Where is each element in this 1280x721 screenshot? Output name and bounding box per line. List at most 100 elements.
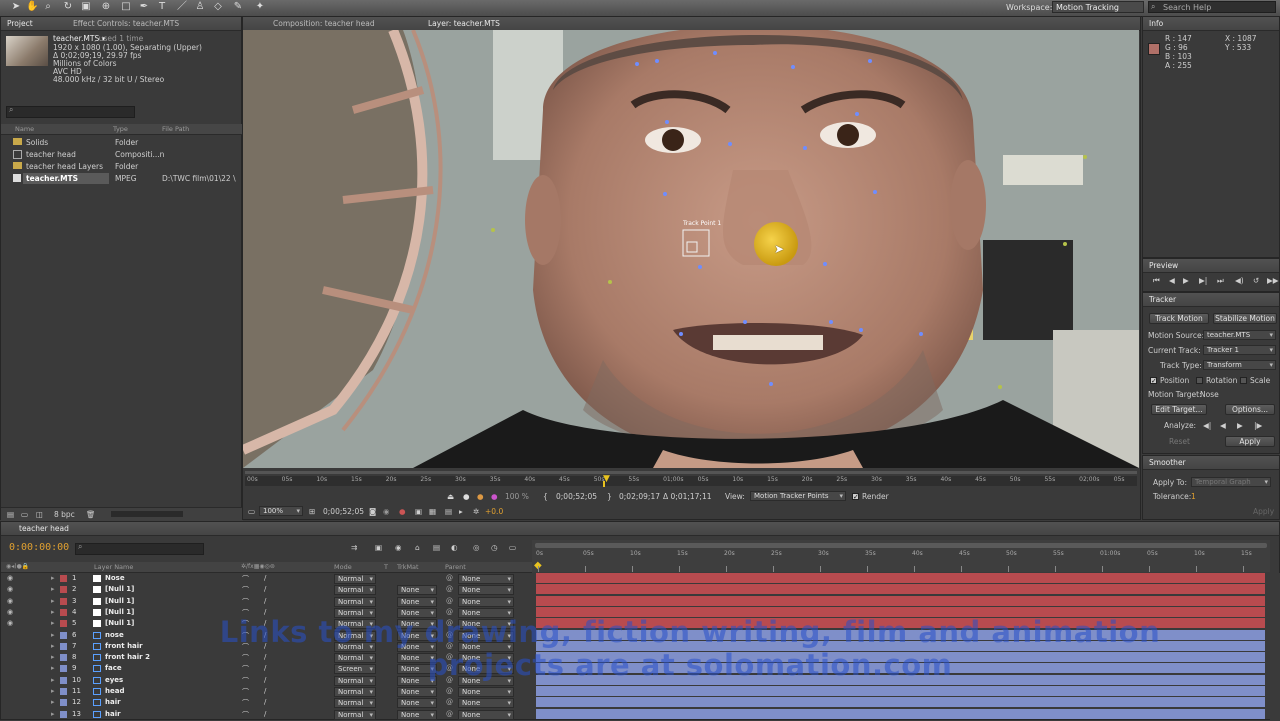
- view-select[interactable]: Motion Tracker Points: [750, 491, 846, 501]
- expand-arrow-icon[interactable]: ▸: [51, 698, 55, 706]
- timeline-layer-row[interactable]: ▸ 11 head ⌒ / Normal None @ None: [1, 686, 1280, 697]
- mode-select[interactable]: Normal: [334, 709, 376, 720]
- graph-editor-icon[interactable]: ▭: [509, 543, 516, 552]
- layer-duration-bar[interactable]: [536, 686, 1265, 696]
- view-options-icon[interactable]: ▤: [445, 507, 452, 516]
- delete-icon[interactable]: 🗑: [86, 510, 96, 519]
- auto-keyframe-icon[interactable]: ◷: [491, 543, 498, 552]
- expand-arrow-icon[interactable]: ▸: [51, 710, 55, 718]
- label-color-swatch[interactable]: [60, 642, 67, 650]
- rotate-tool-icon[interactable]: ↻: [62, 1, 74, 13]
- shy-switch-icon[interactable]: ⌒: [242, 585, 249, 595]
- column-file-path[interactable]: File Path: [162, 125, 189, 133]
- in-point-button[interactable]: {: [543, 492, 548, 501]
- pick-whip-icon[interactable]: @: [446, 710, 453, 718]
- reset-exposure-icon[interactable]: ▸: [459, 507, 463, 516]
- ram-preview-icon[interactable]: ●: [477, 492, 484, 501]
- trkmat-select[interactable]: None: [397, 585, 437, 596]
- expand-arrow-icon[interactable]: ▸: [51, 619, 55, 627]
- new-composition-icon[interactable]: ◫: [36, 510, 43, 519]
- tab-project[interactable]: Project: [7, 19, 33, 28]
- label-color-swatch[interactable]: [60, 608, 67, 616]
- layer-name[interactable]: [Null 1]: [105, 608, 134, 616]
- color-channel-icon[interactable]: ●: [491, 492, 498, 501]
- label-color-swatch[interactable]: [60, 699, 67, 707]
- label-color-swatch[interactable]: [60, 665, 67, 673]
- expand-arrow-icon[interactable]: ▸: [51, 687, 55, 695]
- trkmat-select[interactable]: None: [397, 596, 437, 607]
- clone-stamp-tool-icon[interactable]: ♙: [194, 1, 206, 13]
- expand-arrow-icon[interactable]: ▸: [51, 574, 55, 582]
- layer-name[interactable]: Nose: [105, 574, 125, 582]
- tab-tracker[interactable]: Tracker: [1149, 295, 1176, 304]
- label-color-swatch[interactable]: [60, 688, 67, 695]
- layer-duration-bar[interactable]: [536, 595, 1265, 606]
- mode-select[interactable]: Normal: [334, 687, 376, 697]
- position-checkbox[interactable]: ✓: [1150, 377, 1157, 385]
- tab-preview[interactable]: Preview: [1149, 261, 1178, 270]
- timeline-layer-row[interactable]: ▸ 12 hair ⌒ / Normal None @ None: [1, 697, 1280, 709]
- layer-name[interactable]: hair: [105, 710, 121, 718]
- label-color-swatch[interactable]: [60, 575, 67, 582]
- trkmat-select[interactable]: None: [397, 698, 437, 709]
- transparency-grid-icon[interactable]: ▦: [429, 507, 436, 516]
- timeline-timecode[interactable]: 0:00:00:00: [9, 542, 69, 553]
- column-type[interactable]: Type: [113, 125, 128, 133]
- expand-arrow-icon[interactable]: ▸: [51, 653, 55, 661]
- show-channel-icon[interactable]: ●: [399, 507, 406, 516]
- magnification-select[interactable]: 100%: [259, 506, 303, 516]
- parent-select[interactable]: None: [458, 709, 514, 720]
- list-item[interactable]: teacher head Compositi...n: [1, 149, 243, 160]
- timeline-search-input[interactable]: [75, 543, 204, 555]
- render-checkbox[interactable]: ✓: [852, 493, 859, 501]
- shy-switch-icon[interactable]: ⌒: [242, 687, 249, 697]
- project-search-input[interactable]: [6, 106, 135, 118]
- interpret-footage-icon[interactable]: ▤: [7, 510, 14, 519]
- expand-arrow-icon[interactable]: ▸: [51, 664, 55, 672]
- last-frame-icon[interactable]: ⏭: [1217, 276, 1224, 286]
- shy-switch-icon[interactable]: ⌒: [242, 710, 249, 720]
- column-trkmat[interactable]: TrkMat: [397, 563, 419, 571]
- vertical-scrollbar[interactable]: [1270, 573, 1280, 721]
- frame-blending-icon[interactable]: ▤: [433, 543, 440, 552]
- eraser-tool-icon[interactable]: ◇: [212, 1, 224, 13]
- pick-whip-icon[interactable]: @: [446, 585, 453, 593]
- label-color-swatch[interactable]: [60, 710, 67, 718]
- label-color-swatch[interactable]: [60, 654, 67, 662]
- play-icon[interactable]: ▶: [1183, 276, 1189, 285]
- previous-frame-icon[interactable]: ◀: [1169, 276, 1175, 285]
- eye-icon[interactable]: ◉: [7, 597, 13, 605]
- tab-layer[interactable]: Layer: teacher.MTS: [428, 19, 500, 28]
- current-time-display[interactable]: 0;00;52;05: [323, 507, 364, 516]
- label-color-swatch[interactable]: [60, 597, 67, 605]
- quality-switch-icon[interactable]: /: [264, 597, 266, 605]
- shape-tool-icon[interactable]: □: [120, 1, 132, 13]
- trkmat-select[interactable]: None: [397, 709, 437, 720]
- tab-info[interactable]: Info: [1149, 19, 1163, 28]
- layer-name[interactable]: head: [105, 687, 124, 695]
- parent-select[interactable]: None: [458, 687, 514, 697]
- footage-frame[interactable]: Track Point 1 ➤: [243, 30, 1139, 468]
- expand-arrow-icon[interactable]: ▸: [51, 631, 55, 639]
- expand-arrow-icon[interactable]: ▸: [51, 676, 55, 684]
- layer-name[interactable]: eyes: [105, 676, 123, 684]
- quality-switch-icon[interactable]: /: [264, 574, 266, 582]
- shy-switch-icon[interactable]: ⌒: [242, 698, 249, 708]
- apply-button[interactable]: Apply: [1225, 436, 1275, 447]
- column-mode[interactable]: Mode: [334, 563, 352, 571]
- track-motion-button[interactable]: Track Motion: [1149, 313, 1209, 324]
- label-color-swatch[interactable]: [60, 631, 67, 639]
- brush-tool-icon[interactable]: ／: [176, 1, 188, 13]
- motion-blur-icon[interactable]: ◐: [451, 543, 458, 552]
- pick-whip-icon[interactable]: @: [446, 597, 453, 605]
- layer-name[interactable]: [Null 1]: [105, 597, 134, 605]
- type-tool-icon[interactable]: T: [156, 1, 168, 13]
- expand-arrow-icon[interactable]: ▸: [51, 642, 55, 650]
- workspace-select[interactable]: Motion Tracking: [1052, 1, 1144, 13]
- analyze-backward-icon[interactable]: ◀|: [1203, 421, 1211, 430]
- tab-timeline[interactable]: teacher head: [19, 524, 69, 533]
- options-button[interactable]: Options...: [1225, 404, 1275, 415]
- tab-effect-controls[interactable]: Effect Controls: teacher.MTS: [73, 19, 179, 28]
- always-preview-icon[interactable]: ▭: [248, 507, 255, 516]
- quality-switch-icon[interactable]: /: [264, 687, 266, 695]
